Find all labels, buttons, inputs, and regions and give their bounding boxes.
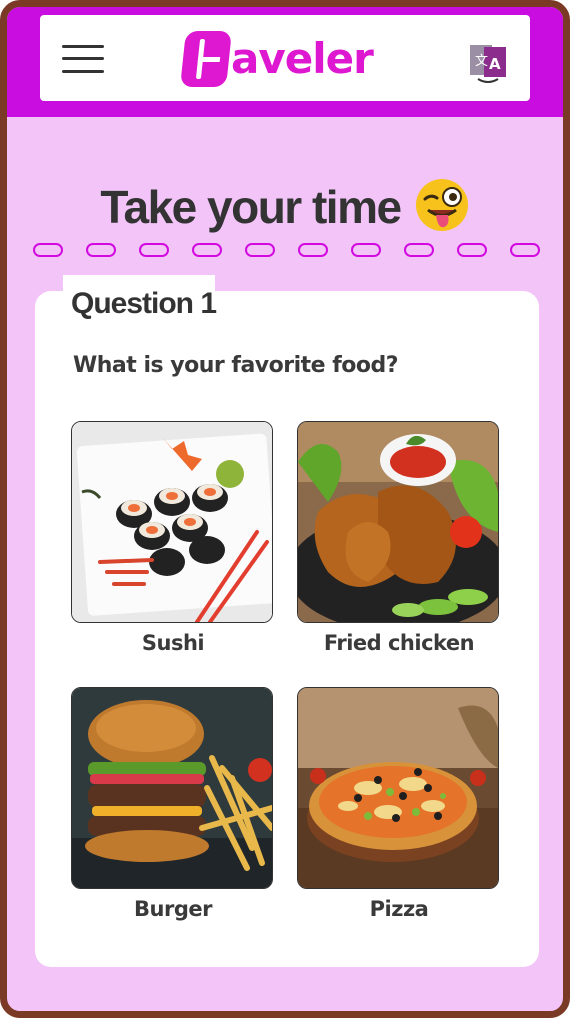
answer-option-sushi[interactable]: Sushi bbox=[71, 421, 275, 655]
app-logo: aveler bbox=[180, 29, 393, 91]
dashed-divider bbox=[33, 243, 543, 259]
app-frame: aveler 文 A Take your time Question 1 Wha… bbox=[0, 0, 570, 1018]
winking-face-with-tongue-emoji bbox=[414, 177, 470, 237]
svg-text:文: 文 bbox=[475, 54, 488, 69]
fried-chicken-image[interactable] bbox=[297, 421, 499, 623]
logo-text: aveler bbox=[231, 34, 374, 83]
hamburger-menu-icon[interactable] bbox=[62, 43, 104, 75]
question-text: What is your favorite food? bbox=[73, 353, 399, 378]
answer-option-burger[interactable]: Burger bbox=[71, 687, 275, 921]
question-number: Question 1 bbox=[71, 287, 217, 320]
option-label: Burger bbox=[134, 897, 212, 921]
sushi-image[interactable] bbox=[71, 421, 273, 623]
option-label: Fried chicken bbox=[323, 631, 475, 655]
header: aveler 文 A bbox=[40, 15, 530, 101]
option-label: Pizza bbox=[369, 897, 429, 921]
answer-option-fried-chicken[interactable]: Fried chicken bbox=[297, 421, 501, 655]
burger-image[interactable] bbox=[71, 687, 273, 889]
logo-h-mark bbox=[180, 31, 232, 87]
page-title: Take your time bbox=[100, 181, 402, 233]
svg-text:A: A bbox=[489, 55, 501, 73]
pizza-image[interactable] bbox=[297, 687, 499, 889]
translate-icon[interactable]: 文 A bbox=[466, 41, 510, 85]
top-bar: aveler 文 A bbox=[7, 7, 563, 117]
answer-option-pizza[interactable]: Pizza bbox=[297, 687, 501, 921]
page-title-row: Take your time bbox=[7, 177, 563, 237]
option-label: Sushi bbox=[141, 631, 205, 655]
